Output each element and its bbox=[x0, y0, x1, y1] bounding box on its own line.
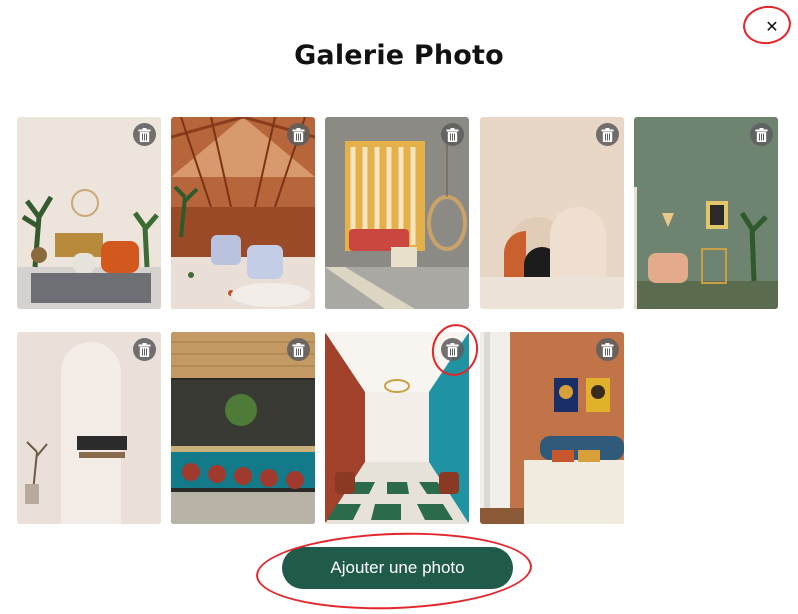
photo-living-room bbox=[17, 117, 161, 309]
delete-photo-button[interactable] bbox=[596, 338, 619, 361]
delete-photo-button[interactable] bbox=[750, 123, 773, 146]
delete-photo-button[interactable] bbox=[287, 123, 310, 146]
photo-greenhouse-restaurant bbox=[171, 117, 315, 309]
delete-photo-button[interactable] bbox=[441, 123, 464, 146]
trash-icon bbox=[292, 127, 305, 142]
trash-icon bbox=[446, 342, 459, 357]
photo-tile[interactable] bbox=[325, 117, 469, 309]
photo-tile[interactable] bbox=[480, 332, 624, 524]
delete-photo-button[interactable] bbox=[596, 123, 619, 146]
photo-tile[interactable] bbox=[171, 332, 315, 524]
delete-photo-button[interactable] bbox=[133, 338, 156, 361]
photo-sunny-room bbox=[325, 117, 469, 309]
trash-icon bbox=[292, 342, 305, 357]
trash-icon bbox=[601, 342, 614, 357]
close-icon: ✕ bbox=[765, 16, 779, 36]
photo-tile[interactable] bbox=[17, 332, 161, 524]
trash-icon bbox=[138, 127, 151, 142]
delete-photo-button[interactable] bbox=[441, 338, 464, 361]
photo-beige-arches bbox=[480, 117, 624, 309]
photo-white-arch-room bbox=[17, 332, 161, 524]
trash-icon bbox=[755, 127, 768, 142]
delete-photo-button[interactable] bbox=[287, 338, 310, 361]
trash-icon bbox=[138, 342, 151, 357]
photo-tile[interactable] bbox=[17, 117, 161, 309]
photo-sage-green-room bbox=[634, 117, 778, 309]
close-button[interactable]: ✕ bbox=[758, 14, 786, 38]
trash-icon bbox=[446, 127, 459, 142]
photo-tile[interactable] bbox=[171, 117, 315, 309]
photo-gallery-modal: ✕ Galerie Photo Ajouter une photo bbox=[0, 0, 798, 614]
photo-terracotta-bedroom bbox=[480, 332, 624, 524]
delete-photo-button[interactable] bbox=[133, 123, 156, 146]
modal-title: Galerie Photo bbox=[294, 40, 504, 71]
add-photo-button[interactable]: Ajouter une photo bbox=[282, 547, 513, 589]
photo-tile[interactable] bbox=[480, 117, 624, 309]
photo-teal-bar bbox=[171, 332, 315, 524]
photo-dining-hall bbox=[325, 332, 469, 524]
trash-icon bbox=[601, 127, 614, 142]
photo-tile[interactable] bbox=[325, 332, 469, 524]
photo-tile[interactable] bbox=[634, 117, 778, 309]
